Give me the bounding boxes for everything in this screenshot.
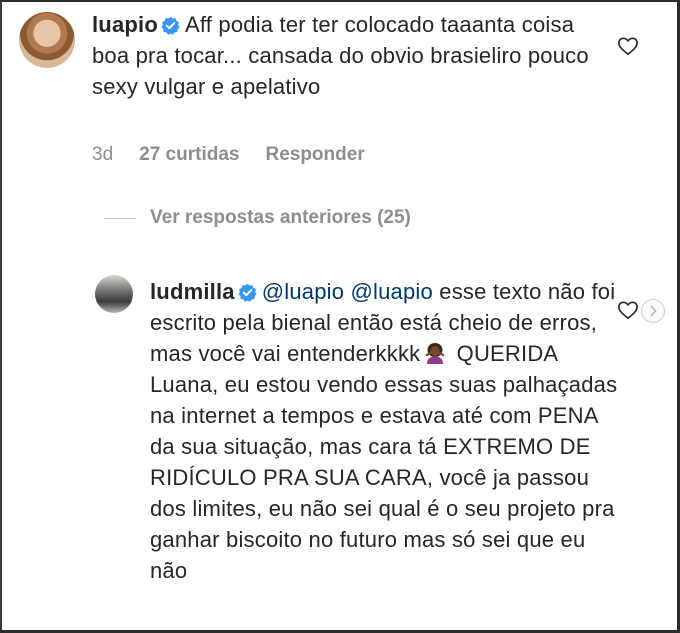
likes-count-link[interactable]: 27 curtidas	[139, 144, 239, 166]
woman-gesturing-emoji	[426, 343, 445, 364]
avatar-luapio[interactable]	[19, 12, 75, 68]
comment-luapio: luapio Aff podia ter ter colocado taaant…	[92, 9, 612, 102]
replies-divider-line	[104, 217, 136, 219]
comment-age: 3d	[92, 144, 114, 165]
screen-frame-top	[0, 0, 680, 2]
username-ludmilla[interactable]: ludmilla	[150, 279, 235, 304]
heart-outline-icon[interactable]	[617, 36, 639, 56]
username-luapio[interactable]: luapio	[92, 12, 158, 37]
avatar-ludmilla[interactable]	[95, 275, 133, 313]
reply-button[interactable]: Responder	[265, 144, 364, 166]
verified-badge-icon	[161, 16, 180, 35]
screen-frame-left	[0, 0, 2, 633]
view-replies-label: Ver respostas anteriores (25)	[150, 207, 411, 228]
verified-badge-icon	[238, 283, 257, 302]
comment-luapio-meta: 3d 27 curtidas Responder	[92, 144, 365, 166]
view-previous-replies-button[interactable]: Ver respostas anteriores (25)	[104, 207, 411, 229]
comment-ludmilla-text-2: QUERIDA Luana, eu estou vendo essas suas…	[150, 341, 618, 583]
comment-ludmilla: ludmilla @luapio @luapio esse texto não …	[150, 276, 620, 586]
heart-outline-icon[interactable]	[617, 300, 639, 320]
next-button[interactable]	[641, 299, 665, 323]
mention-links[interactable]: @luapio @luapio	[262, 279, 433, 304]
chevron-right-icon	[650, 305, 657, 317]
